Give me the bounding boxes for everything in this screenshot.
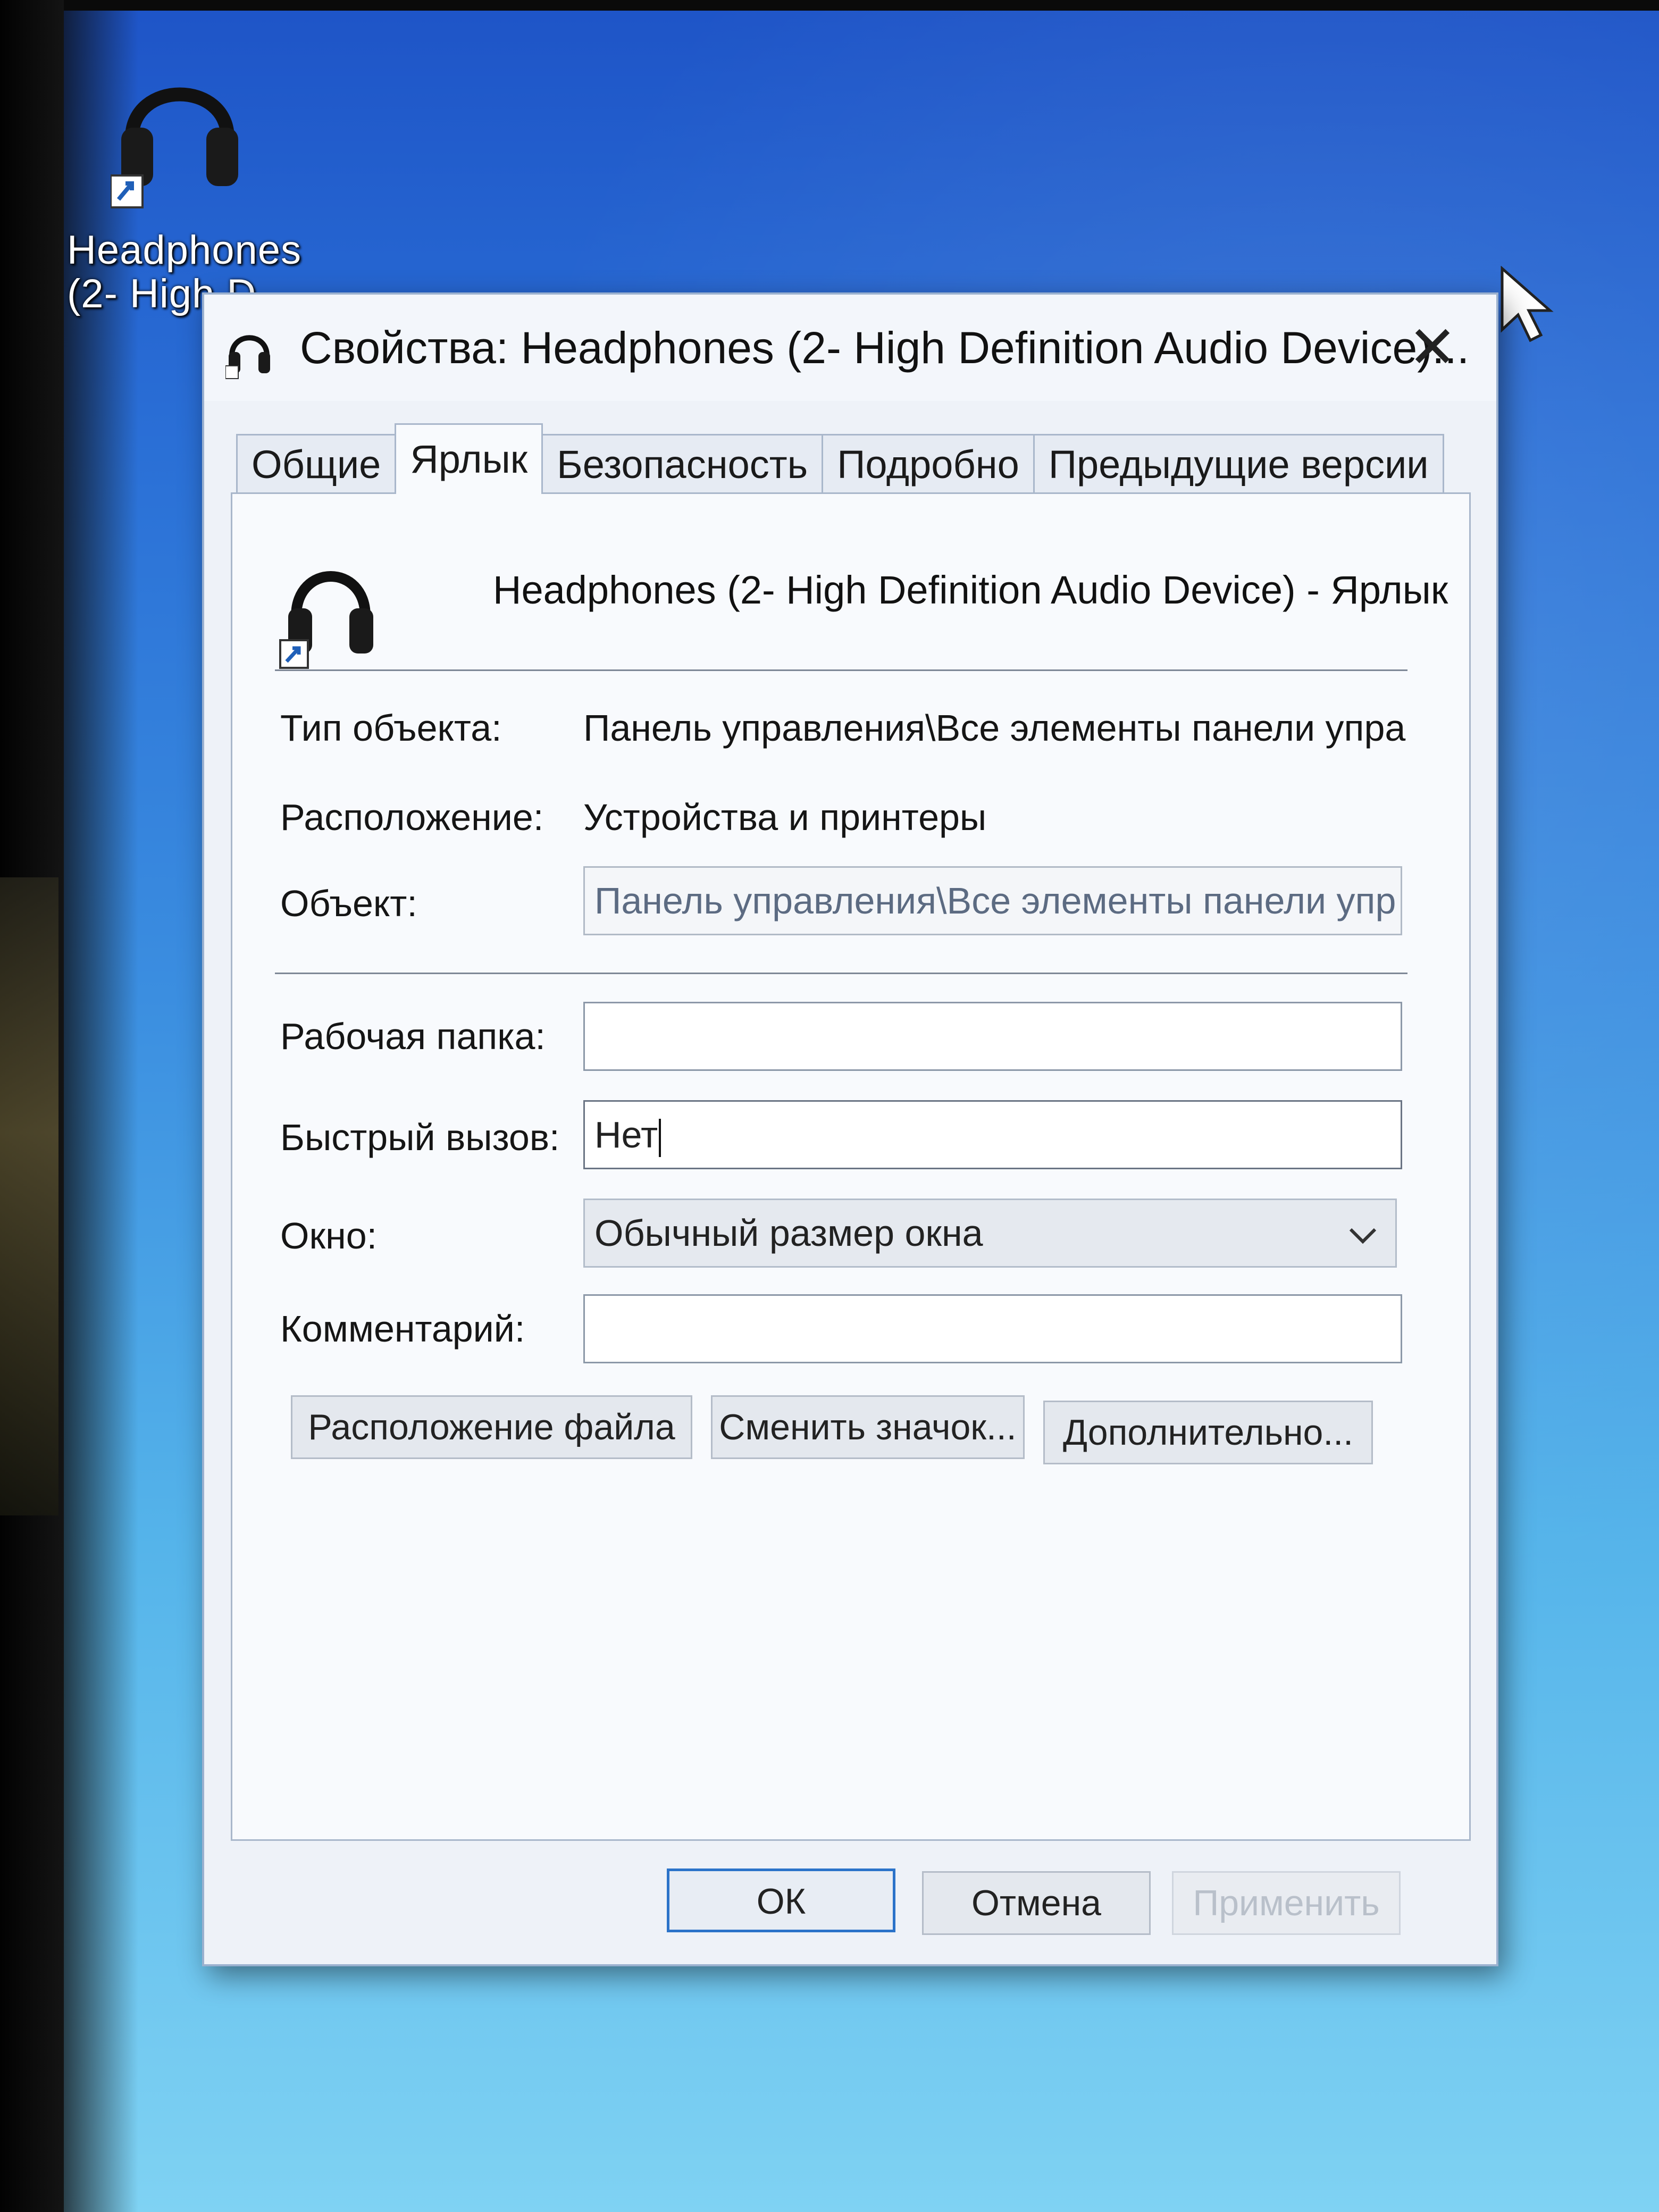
comment-label: Комментарий: — [280, 1308, 525, 1350]
dialog-title: Свойства: Headphones (2- High Definition… — [300, 323, 1470, 373]
text-caret — [659, 1118, 661, 1157]
window-label: Окно: — [280, 1215, 378, 1256]
tab-general[interactable]: Общие — [236, 434, 397, 494]
close-button[interactable]: ✕ — [1395, 311, 1470, 385]
target-field[interactable]: Панель управления\Все элементы панели уп… — [583, 866, 1402, 935]
target-label: Объект: — [280, 883, 417, 924]
start-in-field[interactable] — [583, 1002, 1402, 1071]
room-reflection — [0, 877, 58, 1515]
properties-dialog: Свойства: Headphones (2- High Definition… — [202, 292, 1498, 1966]
monitor-left-bezel — [0, 0, 64, 2212]
tab-strip: Общие Ярлык Безопасность Подробно Предыд… — [236, 423, 1444, 494]
open-file-location-button[interactable]: Расположение файла — [291, 1395, 692, 1459]
change-icon-button[interactable]: Сменить значок... — [711, 1395, 1025, 1459]
location-value: Устройства и принтеры — [583, 797, 987, 838]
tab-previous-versions[interactable]: Предыдущие версии — [1033, 434, 1444, 494]
separator-middle — [275, 973, 1407, 974]
close-icon: ✕ — [1407, 315, 1457, 380]
desktop-photo: Headphones (2- High D Свойства: Headphon… — [0, 0, 1659, 2212]
cancel-button[interactable]: Отмена — [922, 1871, 1151, 1935]
separator-top — [275, 669, 1407, 671]
headphones-icon — [111, 87, 238, 208]
advanced-button[interactable]: Дополнительно... — [1043, 1401, 1373, 1464]
hotkey-value: Нет — [594, 1114, 658, 1155]
headphones-icon — [279, 571, 373, 669]
window-size-select[interactable]: Обычный размер окна — [583, 1199, 1397, 1268]
headphones-icon — [225, 335, 270, 379]
location-label: Расположение: — [280, 797, 544, 838]
type-label: Тип объекта: — [280, 707, 502, 749]
monitor-top-bezel — [0, 0, 1659, 11]
shortcut-name: Headphones (2- High Definition Audio Dev… — [493, 568, 1448, 612]
dialog-titlebar[interactable]: Свойства: Headphones (2- High Definition… — [204, 295, 1496, 401]
start-in-label: Рабочая папка: — [280, 1016, 546, 1057]
mouse-pointer-icon — [1501, 266, 1554, 342]
hotkey-field[interactable]: Нет — [583, 1100, 1402, 1169]
apply-button[interactable]: Применить — [1172, 1871, 1401, 1935]
hotkey-label: Быстрый вызов: — [280, 1117, 560, 1158]
window-size-value: Обычный размер окна — [594, 1212, 983, 1254]
tab-security[interactable]: Безопасность — [541, 434, 824, 494]
comment-field[interactable] — [583, 1294, 1402, 1363]
shortcut-tab-panel: Headphones (2- High Definition Audio Dev… — [231, 492, 1471, 1841]
tab-shortcut[interactable]: Ярлык — [395, 423, 543, 494]
ok-button[interactable]: ОК — [667, 1869, 895, 1932]
chevron-down-icon — [1349, 1228, 1377, 1244]
type-value: Панель управления\Все элементы панели уп… — [583, 707, 1406, 749]
tab-details[interactable]: Подробно — [822, 434, 1035, 494]
